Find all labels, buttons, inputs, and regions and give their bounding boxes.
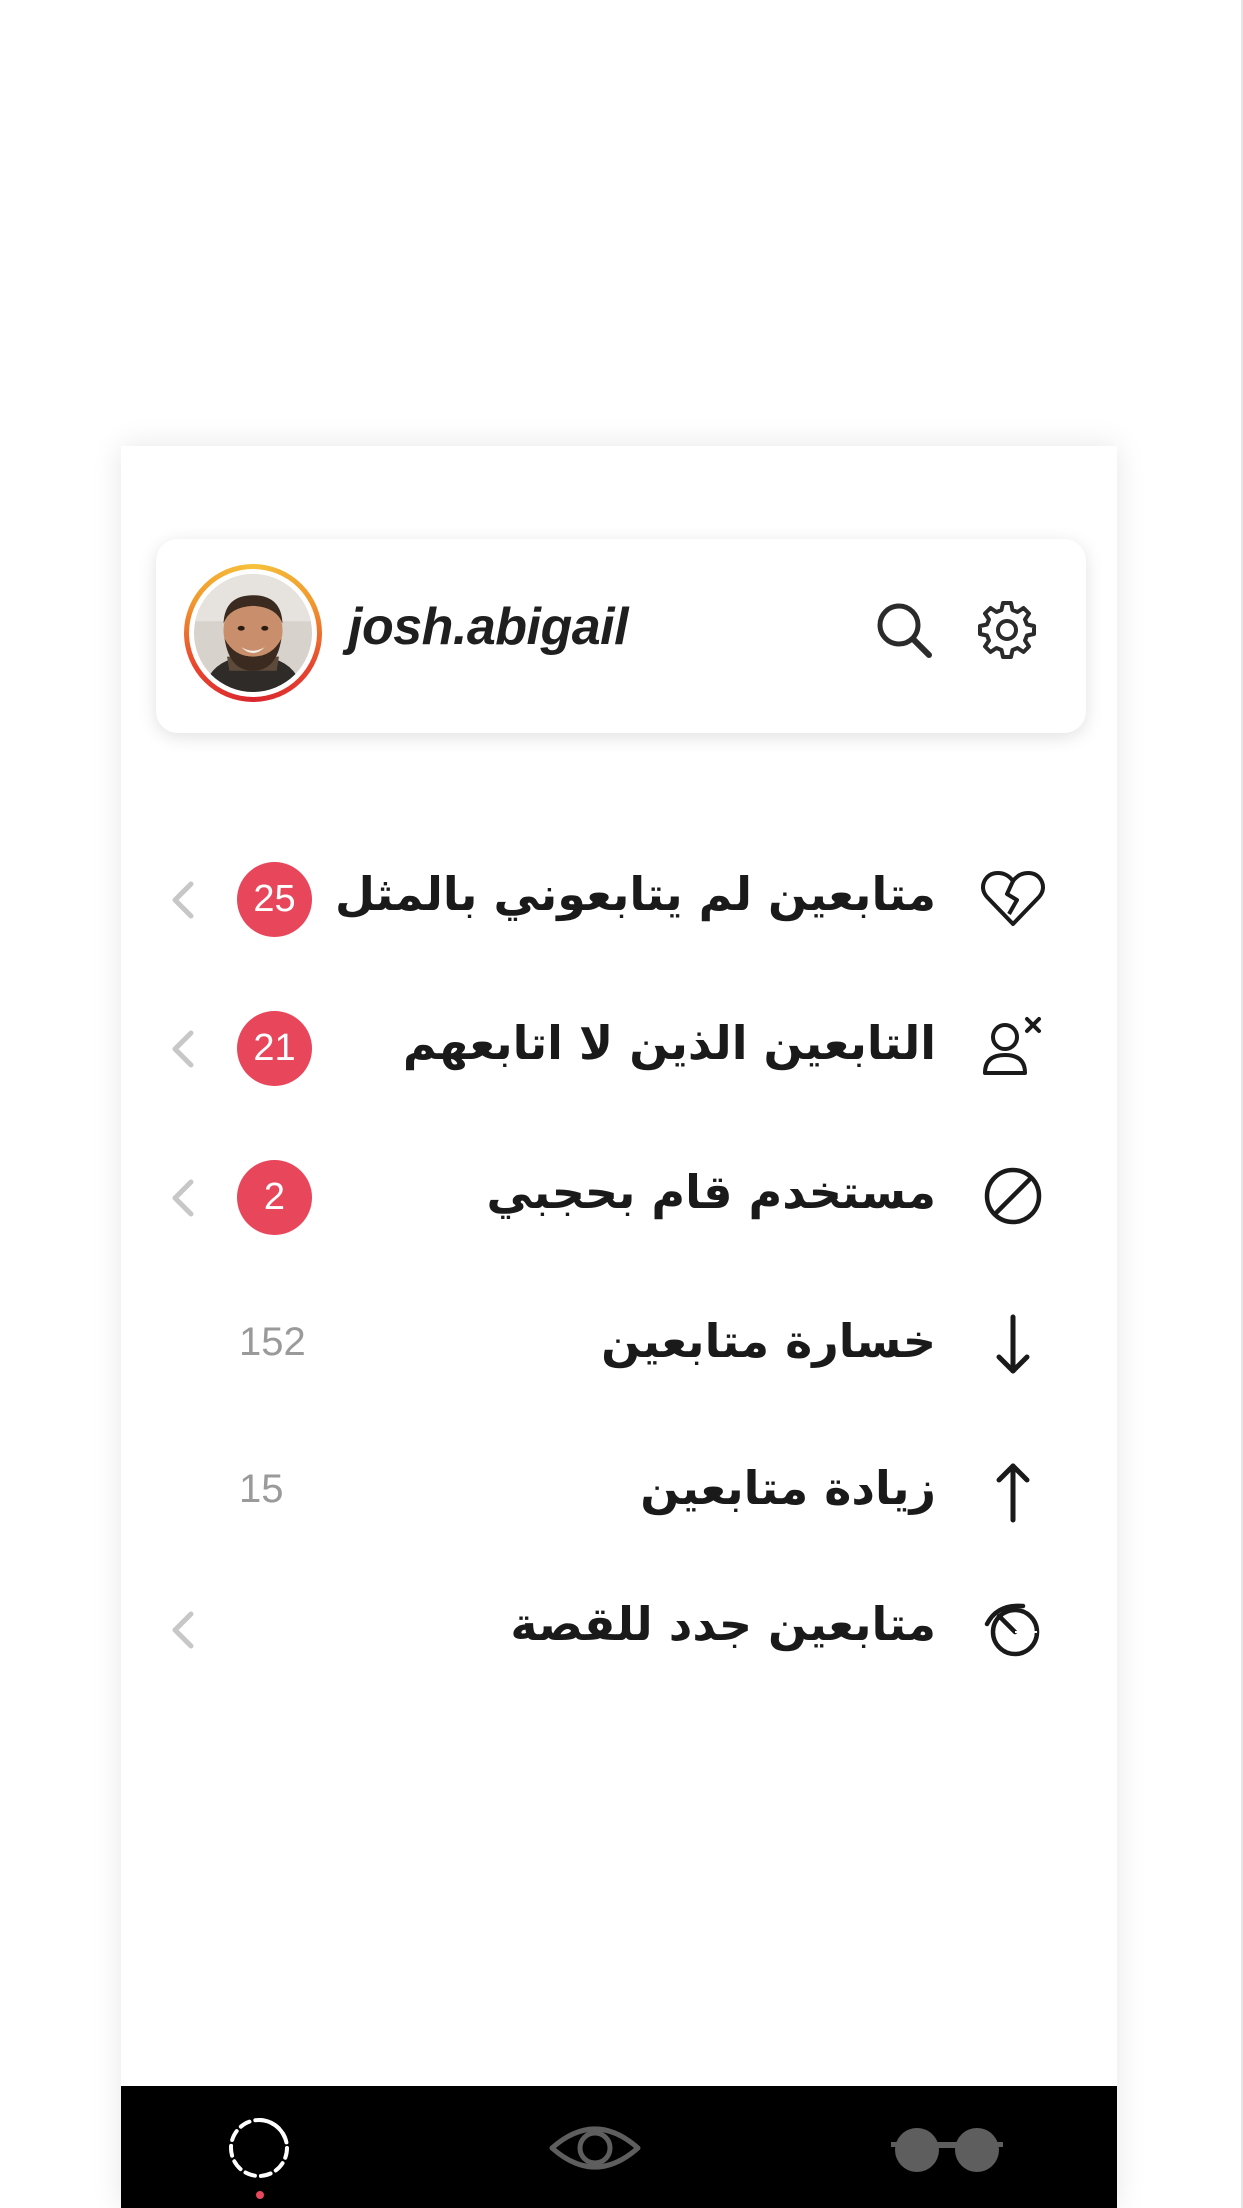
menu-item-blocked-me[interactable]: مستخدم قام بحجبي 2	[121, 1135, 1117, 1245]
count-badge: 21	[237, 1011, 312, 1086]
tab-bar	[121, 2086, 1117, 2208]
glasses-icon[interactable]	[891, 2124, 1003, 2176]
profile-header: josh.abigail	[156, 539, 1086, 733]
story-viewers-icon	[984, 1603, 1040, 1657]
menu-item-new-story-viewers[interactable]: متابعين جدد للقصة	[121, 1567, 1117, 1677]
arrow-up-icon	[996, 1463, 1030, 1523]
count-badge: 2	[237, 1160, 312, 1235]
app-screen: josh.abigail متابعين لم يتابعوني بالمثل …	[121, 446, 1117, 2208]
broken-heart-icon	[981, 871, 1045, 926]
arrow-down-icon	[996, 1314, 1030, 1374]
menu-item-gained-followers[interactable]: زيادة متابعين 15	[121, 1431, 1117, 1541]
menu-item-label: زيادة متابعين	[640, 1461, 936, 1515]
chevron-left-icon	[172, 1611, 194, 1649]
chevron-left-icon	[172, 881, 194, 919]
eye-icon[interactable]	[548, 2116, 642, 2180]
username: josh.abigail	[348, 598, 629, 656]
gear-icon[interactable]	[976, 599, 1038, 661]
block-icon	[984, 1167, 1042, 1225]
count-value: 15	[239, 1467, 284, 1511]
user-remove-icon	[983, 1017, 1041, 1075]
count-badge: 25	[237, 862, 312, 937]
chevron-left-icon	[172, 1179, 194, 1217]
avatar-image	[194, 574, 312, 692]
menu-item-lost-followers[interactable]: خسارة متابعين 152	[121, 1284, 1117, 1394]
home-tab-icon[interactable]	[225, 2114, 293, 2182]
menu-item-label: متابعين جدد للقصة	[510, 1597, 936, 1651]
menu-item-label: مستخدم قام بحجبي	[486, 1165, 936, 1219]
menu-item-unfollowers[interactable]: متابعين لم يتابعوني بالمثل 25	[121, 837, 1117, 947]
chevron-left-icon	[172, 1030, 194, 1068]
menu-item-label: متابعين لم يتابعوني بالمثل	[334, 867, 936, 921]
count-value: 152	[239, 1320, 306, 1364]
menu-item-label: خسارة متابعين	[601, 1314, 936, 1368]
menu-item-not-following-back[interactable]: التابعين الذين لا اتابعهم 21	[121, 986, 1117, 1096]
avatar[interactable]	[184, 564, 322, 702]
search-icon[interactable]	[871, 597, 937, 663]
active-tab-indicator	[256, 2191, 264, 2199]
menu-item-label: التابعين الذين لا اتابعهم	[402, 1016, 936, 1070]
